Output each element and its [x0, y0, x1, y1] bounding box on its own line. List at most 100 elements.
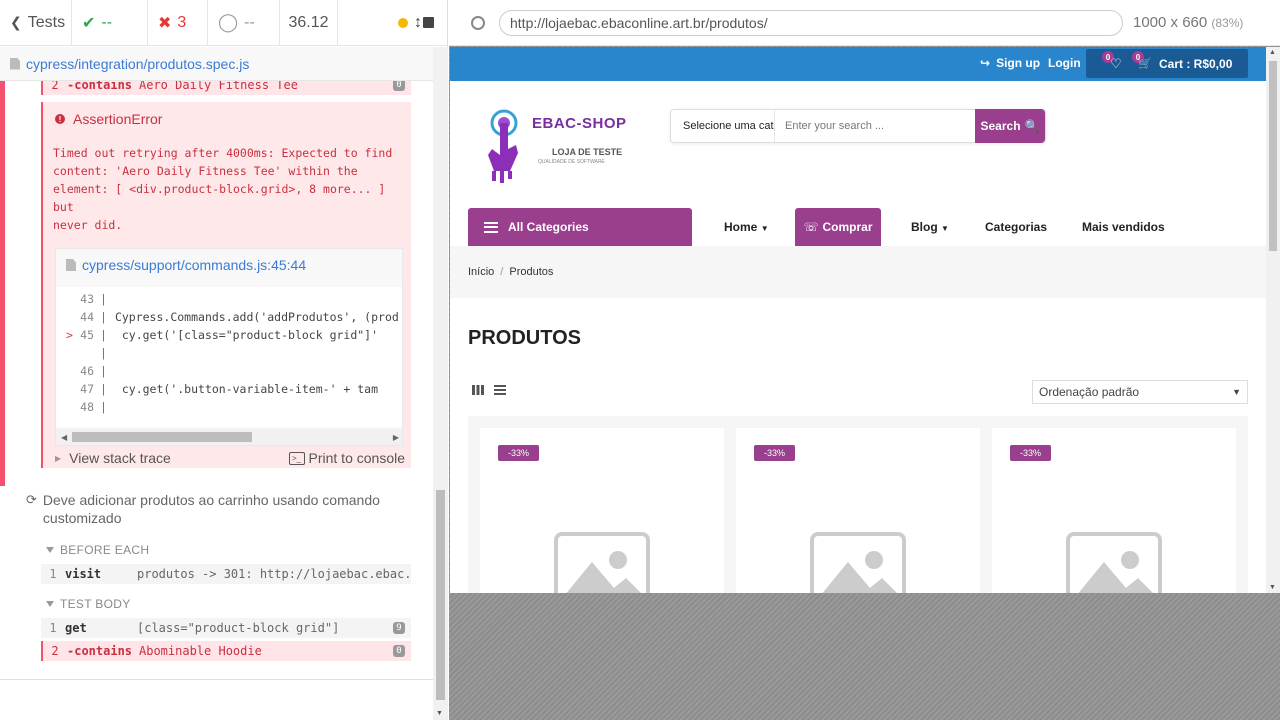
command-number: 1 — [49, 567, 57, 581]
sort-select[interactable]: Ordenação padrão ▼ — [1032, 380, 1248, 404]
site-logo[interactable]: EBAC-SHOP LOJA DE TESTE QUALIDADE DE SOF… — [478, 103, 628, 193]
scroll-left-icon[interactable]: ◀ — [61, 433, 67, 442]
product-card[interactable]: -33% — [992, 428, 1236, 593]
scroll-down-icon[interactable]: ▼ — [1269, 584, 1276, 591]
nav-categorias[interactable]: Categorias — [985, 220, 1047, 234]
nav-blog[interactable]: Blog ▼ — [911, 220, 949, 234]
updown-arrow-icon: ↕ — [414, 13, 422, 31]
test-title-row[interactable]: ⟳ Deve adicionar produtos ao carrinho us… — [26, 491, 406, 527]
command-row-contains[interactable]: 2 -contains Aero Daily Fitness Tee 0 — [41, 81, 411, 95]
command-row-visit[interactable]: 1 visit produtos -> 301: http://lojaebac… — [41, 564, 411, 584]
code-horizontal-scrollbar[interactable]: ◀ ▶ — [56, 429, 402, 445]
all-categories-button[interactable]: All Categories — [468, 208, 692, 246]
hook-test-body[interactable]: TEST BODY — [46, 597, 131, 611]
command-count-badge: 0 — [393, 81, 405, 91]
page-title: PRODUTOS — [468, 327, 581, 349]
tests-button[interactable]: ❮ Tests — [0, 0, 72, 46]
logo-subtitle: LOJA DE TESTE — [552, 147, 623, 157]
grid-view-icon[interactable] — [472, 385, 484, 395]
scroll-right-icon[interactable]: ▶ — [393, 433, 399, 442]
hook-before-each[interactable]: BEFORE EACH — [46, 543, 149, 557]
product-card[interactable]: -33% — [736, 428, 980, 593]
circle-icon: ◯ — [218, 12, 239, 32]
search-category-select[interactable]: Selecione uma cat — [671, 110, 775, 142]
failed-stat: ✖ 3 — [148, 0, 208, 46]
scroll-thumb[interactable] — [1269, 61, 1277, 251]
error-actions: ▶ View stack trace >_ Print to console — [55, 450, 405, 466]
heart-icon[interactable]: ♡ — [1110, 56, 1122, 72]
search-icon: 🔍 — [1024, 119, 1040, 133]
print-to-console-button[interactable]: >_ Print to console — [288, 450, 406, 466]
nav-home[interactable]: Home ▼ — [724, 220, 769, 234]
command-count-badge: 9 — [393, 622, 405, 634]
command-row-contains[interactable]: 2 -contains Abominable Hoodie 0 — [41, 641, 411, 661]
caret-down-icon: ▼ — [760, 224, 769, 233]
view-toggle — [472, 385, 506, 395]
passed-stat: ✔ -- — [72, 0, 148, 46]
code-frame-path: cypress/support/commands.js:45:44 — [82, 257, 307, 273]
breadcrumb-home[interactable]: Início — [468, 266, 494, 278]
image-placeholder-icon — [1066, 532, 1162, 593]
scroll-thumb[interactable] — [436, 490, 445, 700]
spec-path: cypress/integration/produtos.spec.js — [26, 55, 250, 72]
auto-scroll-toggle[interactable]: ↕ — [398, 14, 422, 32]
search-input[interactable]: Enter your search ... — [775, 120, 975, 132]
product-card[interactable]: -33% — [480, 428, 724, 593]
viewport-size: 1000 x 660 — [1133, 14, 1208, 31]
command-arg: [class="product-block grid"] — [137, 621, 340, 635]
print-label: Print to console — [308, 450, 406, 466]
command-number: 2 — [51, 644, 59, 658]
url-bar[interactable]: http://lojaebac.ebaconline.art.br/produt… — [499, 9, 1123, 36]
sale-badge: -33% — [498, 445, 539, 461]
cart-area[interactable]: 0 ♡ 0 🛒 Cart : R$0,00 — [1086, 49, 1248, 78]
signup-link[interactable]: ↪ Sign up — [980, 56, 1040, 70]
chevron-left-icon: ❮ — [10, 14, 22, 30]
command-number: 1 — [49, 621, 57, 635]
failed-count: 3 — [177, 13, 187, 31]
run-controls: ↕ — [338, 0, 448, 46]
scroll-down-icon[interactable]: ▼ — [436, 710, 443, 717]
code-line: 46 | — [80, 364, 107, 378]
list-view-icon[interactable] — [494, 385, 506, 395]
stop-icon[interactable] — [423, 17, 434, 28]
aut-scrollbar[interactable]: ▲ ▼ — [1266, 47, 1280, 593]
refresh-icon: ⟳ — [26, 492, 37, 507]
command-count-badge: 0 — [393, 645, 405, 657]
cart-icon: 🛒 — [1138, 58, 1152, 70]
code-line-highlighted: >45 | cy.get('[class="product-block grid"… — [66, 328, 379, 342]
caret-down-icon — [46, 547, 54, 553]
scroll-thumb[interactable] — [72, 432, 252, 442]
command-arg: Aero Daily Fitness Tee — [139, 81, 298, 92]
search-button[interactable]: Search 🔍 — [975, 109, 1045, 143]
login-link[interactable]: Login — [1048, 56, 1081, 70]
product-grid: -33% -33% -33% — [468, 416, 1248, 593]
image-placeholder-icon — [554, 532, 650, 593]
code-line: 47 | cy.get('.button-variable-item-' + ta… — [80, 382, 379, 396]
headset-icon: ☏ — [803, 220, 819, 234]
command-row-get[interactable]: 1 get [class="product-block grid"] 9 — [41, 618, 411, 638]
command-arg: produtos -> 301: http://lojaebac.ebac... — [137, 567, 411, 581]
command-name: -contains — [67, 644, 133, 658]
caret-down-icon — [46, 601, 54, 607]
selector-playground-icon[interactable] — [471, 15, 485, 30]
cart-label: Cart : R$0,00 — [1159, 57, 1233, 71]
duration: 36.12 — [280, 0, 338, 46]
breadcrumb-separator: / — [500, 266, 504, 278]
sale-badge: -33% — [1010, 445, 1051, 461]
reporter-scrollbar[interactable]: ▼ — [433, 47, 448, 720]
nav-comprar[interactable]: ☏ Comprar — [795, 208, 881, 246]
search-bar: Selecione uma cat Enter your search ... … — [670, 109, 1046, 143]
divider — [0, 679, 433, 680]
nav-mais-vendidos[interactable]: Mais vendidos — [1082, 220, 1165, 234]
view-stack-trace-toggle[interactable]: ▶ View stack trace — [55, 450, 171, 466]
code-frame-file-link[interactable]: cypress/support/commands.js:45:44 — [66, 257, 306, 273]
spec-file-link[interactable]: cypress/integration/produtos.spec.js — [0, 47, 433, 81]
command-name: get — [65, 621, 87, 635]
viewport-info[interactable]: 1000 x 660 (83%) — [1133, 14, 1243, 31]
status-dot-icon — [398, 17, 408, 28]
scroll-up-icon[interactable]: ▲ — [1269, 49, 1276, 56]
file-icon — [10, 57, 20, 70]
signin-icon: ↪ — [980, 56, 991, 70]
error-message: Timed out retrying after 4000ms: Expecte… — [53, 146, 393, 232]
command-arg: Abominable Hoodie — [139, 644, 262, 658]
